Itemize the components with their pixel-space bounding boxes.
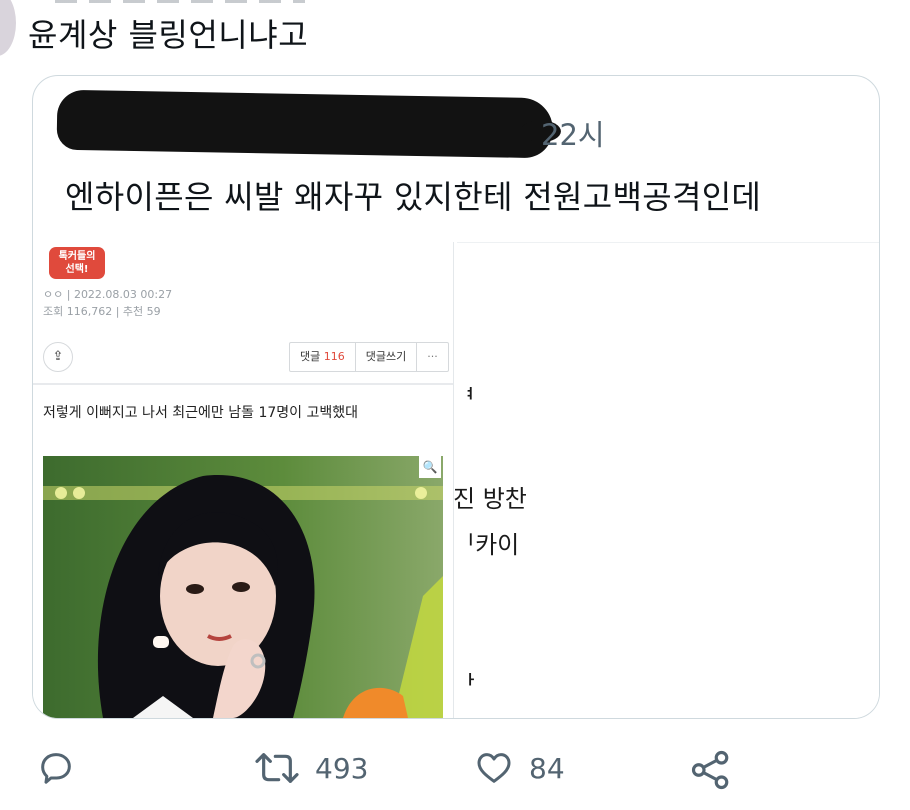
divider xyxy=(33,383,453,385)
share-button[interactable] xyxy=(690,748,732,792)
share-icon[interactable]: ⇪ xyxy=(43,342,73,372)
like-count: 84 xyxy=(529,751,565,785)
retweet-count: 493 xyxy=(315,751,369,785)
photo: 🔍 xyxy=(43,456,443,718)
cropped-text-fragment: 진 방찬 xyxy=(453,485,527,513)
magnifier-icon[interactable]: 🔍 xyxy=(419,456,441,478)
quote-timestamp[interactable]: 22시 xyxy=(541,112,605,154)
media-image-right[interactable]: ᅧ 진 방찬 ᅵ카이 ᅡ xyxy=(453,242,879,718)
comment-count: 116 xyxy=(323,350,345,363)
cropped-header-text xyxy=(55,0,305,3)
tweet-action-bar: 493 84 xyxy=(0,748,910,798)
tweet-text: 윤계상 블링언니냐고 xyxy=(28,16,309,54)
post-stats: 조회 116,762 | 추천 59 xyxy=(43,305,161,318)
redacted-author-name xyxy=(56,89,554,159)
comment-button-group: 댓글 116 댓글쓰기 ··· xyxy=(289,342,449,372)
cropped-text-fragment: ᅡ xyxy=(453,671,476,699)
choice-badge: 톡커들의 선택! xyxy=(49,247,105,279)
quoted-tweet-card[interactable]: 22시 엔하이픈은 씨발 왜자꾸 있지한테 전원고백공격인데 톡커들의 선택! … xyxy=(32,75,880,719)
portrait-illustration xyxy=(43,456,443,718)
more-button[interactable]: ··· xyxy=(417,343,448,371)
write-comment-button[interactable]: 댓글쓰기 xyxy=(356,343,418,371)
cropped-text-fragment: ᅵ카이 xyxy=(453,531,520,559)
retweet-button[interactable]: 493 xyxy=(253,748,368,788)
comment-label: 댓글 xyxy=(300,350,321,363)
quote-text: 엔하이픈은 씨발 왜자꾸 있지한테 전원고백공격인데 xyxy=(65,178,762,216)
reply-button[interactable] xyxy=(36,748,76,788)
post-title: 저렇게 이뻐지고 나서 최근에만 남돌 17명이 고백했대 xyxy=(43,405,358,421)
cropped-text-fragment: ᅧ xyxy=(453,385,476,413)
comment-button[interactable]: 댓글 116 xyxy=(290,343,356,371)
share-icon xyxy=(691,750,729,790)
heart-icon xyxy=(477,753,511,783)
comment-icon xyxy=(41,753,71,784)
post-date: ㅇㅇ | 2022.08.03 00:27 xyxy=(43,288,173,301)
retweet-icon xyxy=(255,753,299,783)
like-button[interactable]: 84 xyxy=(473,748,565,788)
avatar[interactable] xyxy=(0,0,16,56)
media-image-left[interactable]: 톡커들의 선택! ㅇㅇ | 2022.08.03 00:27 조회 116,76… xyxy=(33,242,454,718)
